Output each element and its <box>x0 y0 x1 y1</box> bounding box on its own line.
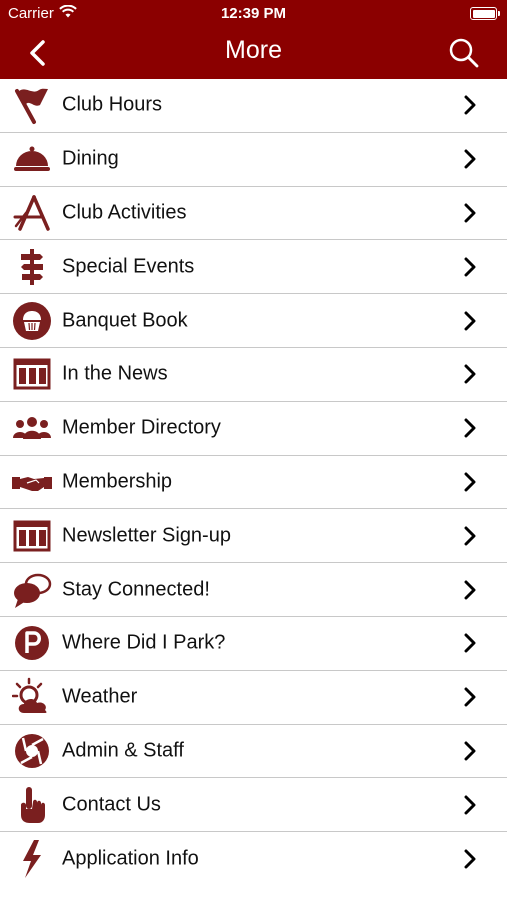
page-title: More <box>225 36 282 64</box>
chevron-right-icon <box>464 311 476 331</box>
status-time: 12:39 PM <box>220 5 287 22</box>
newspaper-icon <box>12 354 52 394</box>
handshake-icon <box>12 462 52 502</box>
chevron-right-icon <box>464 95 476 115</box>
chevron-right-icon <box>464 795 476 815</box>
signpost-icon <box>12 247 52 287</box>
menu-item-club-hours[interactable]: Club Hours <box>0 79 507 133</box>
flag-icon <box>12 85 52 125</box>
menu-item-admin-staff[interactable]: Admin & Staff <box>0 724 507 779</box>
menu-item-dining[interactable]: Dining <box>0 132 507 187</box>
menu-item-label: Club Hours <box>62 93 163 116</box>
menu-item-label: Admin & Staff <box>62 739 184 762</box>
chevron-right-icon <box>464 580 476 600</box>
menu-item-label: Weather <box>62 685 138 708</box>
status-bar: Carrier 12:39 PM <box>0 0 507 26</box>
newsletter-icon <box>12 516 52 556</box>
menu-item-label: Newsletter Sign-up <box>62 524 231 547</box>
lightning-icon <box>12 839 52 879</box>
menu-item-club-activities[interactable]: Club Activities <box>0 186 507 241</box>
menu-item-label: Club Activities <box>62 201 187 224</box>
weather-icon <box>12 677 52 717</box>
menu-item-label: Application Info <box>62 847 199 870</box>
chevron-right-icon <box>464 687 476 707</box>
menu-item-label: Stay Connected! <box>62 578 210 601</box>
menu-item-contact-us[interactable]: Contact Us <box>0 778 507 833</box>
people-icon <box>12 408 52 448</box>
menu-item-label: Membership <box>62 470 173 493</box>
menu-item-membership[interactable]: Membership <box>0 455 507 510</box>
battery-icon <box>470 7 500 20</box>
chevron-right-icon <box>464 203 476 223</box>
menu-item-special-events[interactable]: Special Events <box>0 240 507 295</box>
menu-item-stay-connected[interactable]: Stay Connected! <box>0 563 507 617</box>
aperture-icon <box>12 731 52 771</box>
app-header: Carrier 12:39 PM More <box>0 0 507 79</box>
menu-item-in-the-news[interactable]: In the News <box>0 347 507 402</box>
menu-item-label: Where Did I Park? <box>62 631 226 654</box>
menu-item-label: Special Events <box>62 255 195 278</box>
nav-bar: More <box>0 26 507 79</box>
chevron-right-icon <box>464 472 476 492</box>
pointing-hand-icon <box>12 785 52 825</box>
chevron-right-icon <box>464 149 476 169</box>
menu-item-newsletter-sign-up[interactable]: Newsletter Sign-up <box>0 509 507 564</box>
chevron-right-icon <box>464 849 476 869</box>
search-icon <box>449 38 479 68</box>
chevron-right-icon <box>464 633 476 653</box>
search-button[interactable] <box>447 36 481 70</box>
menu-item-member-directory[interactable]: Member Directory <box>0 401 507 456</box>
chat-bubbles-icon <box>12 570 52 610</box>
menu-item-banquet-book[interactable]: Banquet Book <box>0 294 507 348</box>
activities-icon <box>12 193 52 233</box>
menu-item-label: Contact Us <box>62 793 161 816</box>
menu-item-label: Member Directory <box>62 416 221 439</box>
cloche-icon <box>12 139 52 179</box>
menu-item-label: Banquet Book <box>62 309 188 332</box>
parking-icon <box>12 623 52 663</box>
menu-item-label: In the News <box>62 362 168 385</box>
menu-item-where-did-i-park[interactable]: Where Did I Park? <box>0 616 507 671</box>
chevron-right-icon <box>464 741 476 761</box>
menu-list: Club Hours Dining Club Activities Specia… <box>0 79 507 886</box>
menu-item-label: Dining <box>62 147 119 170</box>
cupcake-icon <box>12 301 52 341</box>
menu-item-application-info[interactable]: Application Info <box>0 832 507 886</box>
chevron-right-icon <box>464 257 476 277</box>
menu-item-weather[interactable]: Weather <box>0 670 507 725</box>
chevron-right-icon <box>464 364 476 384</box>
chevron-right-icon <box>464 418 476 438</box>
chevron-right-icon <box>464 526 476 546</box>
